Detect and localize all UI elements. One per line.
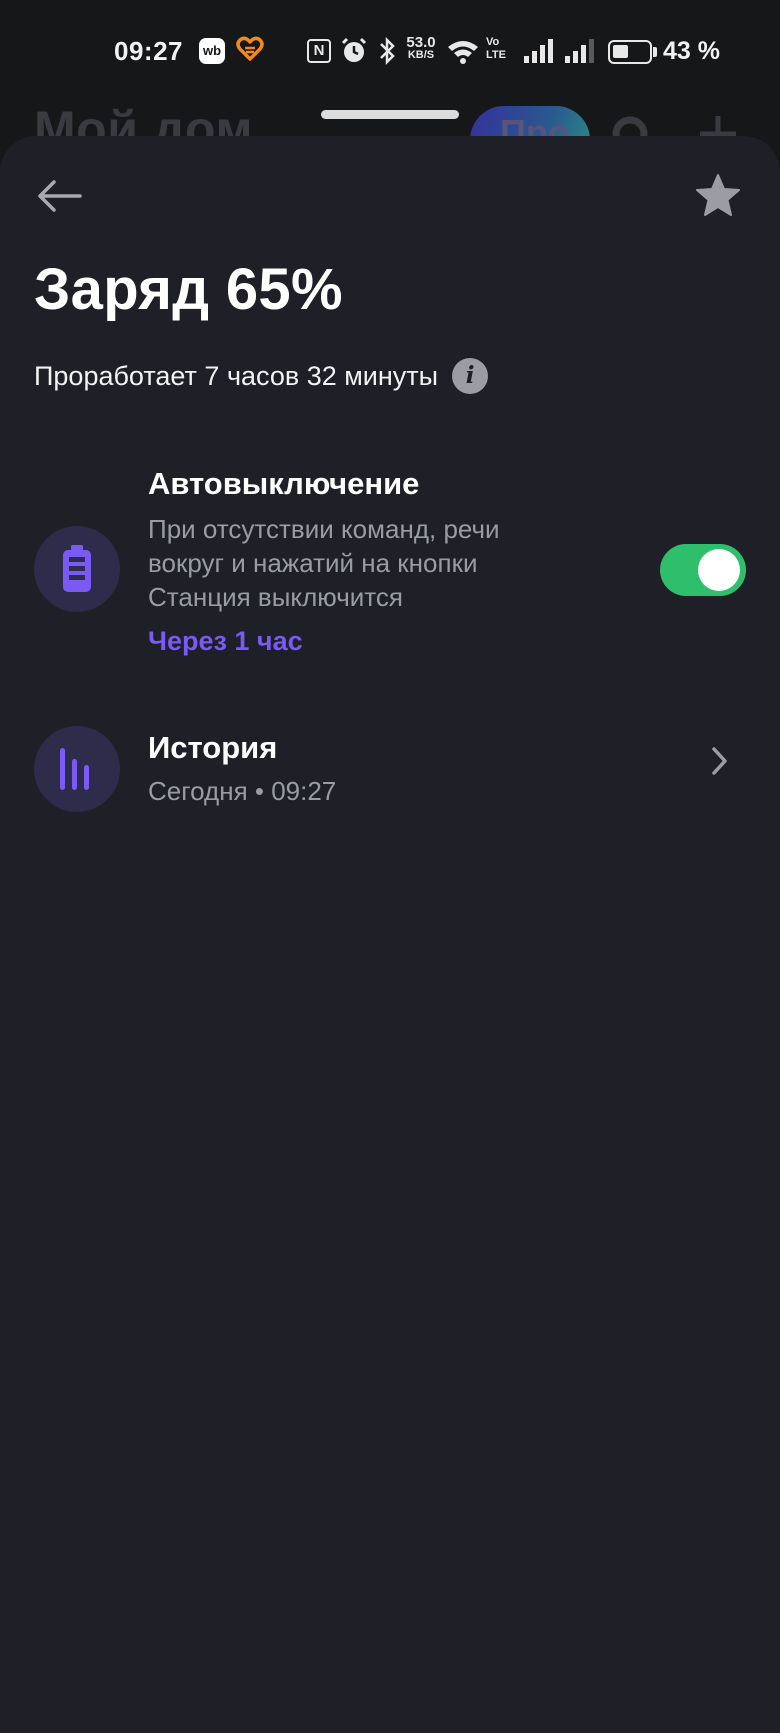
signal-icon <box>524 39 553 63</box>
auto-off-timer-link[interactable]: Через 1 час <box>148 626 303 657</box>
status-bar: 09:27 wb N 53.0 KB/S Vo LTE 43 % <box>0 0 780 100</box>
battery-icon <box>608 40 652 64</box>
star-icon[interactable] <box>694 172 742 220</box>
toggle-knob <box>698 549 740 591</box>
heart-app-icon <box>236 36 264 61</box>
runtime-text: Проработает 7 часов 32 минуты <box>34 360 439 391</box>
battery-tip <box>653 47 657 57</box>
auto-off-toggle[interactable] <box>660 544 746 596</box>
status-time: 09:27 <box>114 36 183 66</box>
network-speed: 53.0 KB/S <box>406 34 436 61</box>
battery-fill <box>613 45 628 58</box>
history-icon-circle <box>34 726 120 812</box>
bars-icon <box>60 748 89 790</box>
wb-app-icon: wb <box>199 38 225 64</box>
bluetooth-icon <box>380 36 395 66</box>
alarm-icon <box>341 37 367 62</box>
device-sheet: Заряд 65% Проработает 7 часов 32 минуты … <box>0 136 780 1733</box>
battery-percent: 43 % <box>663 37 720 65</box>
nfc-icon: N <box>307 39 331 63</box>
charge-title: Заряд 65% <box>34 257 343 322</box>
chevron-right-icon[interactable] <box>708 744 732 778</box>
screen: 09:27 wb N 53.0 KB/S Vo LTE 43 % Мой дом… <box>0 0 780 1733</box>
battery-icon <box>63 545 91 592</box>
volte-icon: Vo LTE <box>486 36 506 61</box>
auto-off-icon-circle <box>34 526 120 612</box>
runtime-row: Проработает 7 часов 32 минуты i <box>34 356 489 396</box>
history-subtitle: Сегодня • 09:27 <box>148 776 337 806</box>
auto-off-description: При отсутствии команд, речи вокруг и наж… <box>148 514 500 612</box>
wifi-icon <box>448 41 478 64</box>
history-title: История <box>148 730 278 765</box>
sheet-grabber[interactable] <box>321 110 459 119</box>
arrow-left-icon[interactable] <box>34 178 84 214</box>
signal-icon <box>565 39 594 63</box>
auto-off-title: Автовыключение <box>148 466 420 501</box>
info-icon[interactable]: i <box>452 358 489 394</box>
